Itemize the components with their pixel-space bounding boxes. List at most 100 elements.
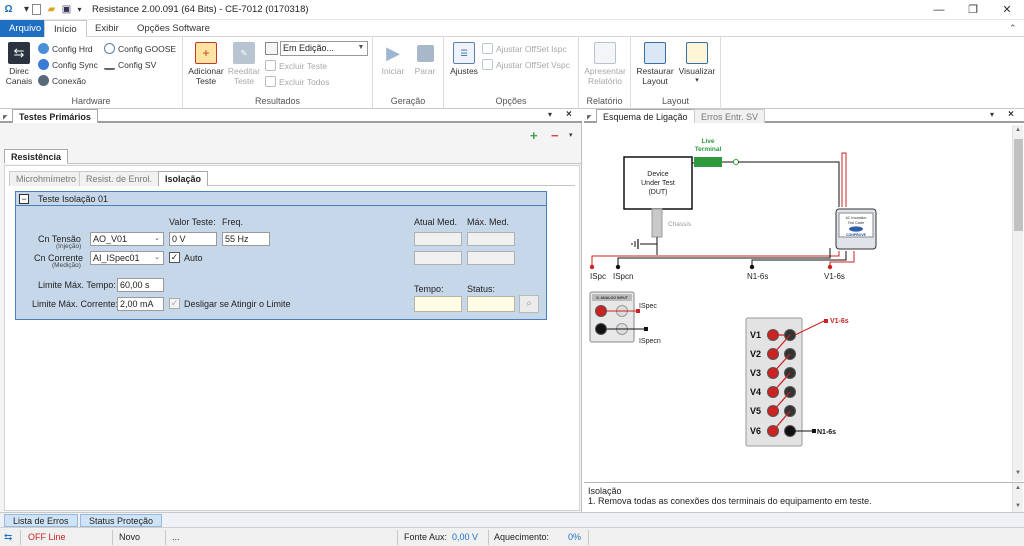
bottom-tabs-bar: Lista de Erros Status Proteção bbox=[0, 512, 1024, 527]
status-separator bbox=[488, 530, 489, 545]
connection-icon bbox=[38, 75, 49, 86]
pin-small-icon: ◤ bbox=[3, 115, 8, 121]
freq-input[interactable]: 55 Hz bbox=[222, 232, 270, 246]
excluir-todos-label: Excluir Todos bbox=[279, 77, 330, 87]
config-sync-button[interactable]: Config Sync bbox=[38, 59, 98, 71]
remove-test-icon[interactable]: − bbox=[551, 128, 559, 143]
ajustar-offset-vspc-button[interactable]: Ajustar OffSet Vspc bbox=[482, 59, 570, 71]
scroll-down-icon[interactable]: ▼ bbox=[1015, 503, 1021, 509]
limite-corrente-input[interactable]: 2,00 mA bbox=[117, 297, 164, 311]
collapse-ribbon-icon[interactable]: ⌃ bbox=[1009, 23, 1017, 34]
status-select[interactable]: Em Edição... ▼ bbox=[280, 41, 368, 56]
config-goose-label: Config GOOSE bbox=[118, 44, 177, 54]
cable-label-1: AC Insulation bbox=[846, 216, 867, 220]
add-test-icon: + bbox=[195, 42, 217, 64]
auto-checkbox[interactable]: ✓ bbox=[169, 252, 180, 263]
offset-ispc-icon bbox=[482, 43, 493, 54]
options-chevron-icon[interactable]: ▾ bbox=[569, 131, 573, 139]
ajustes-button[interactable]: ☰ Ajustes bbox=[448, 42, 480, 76]
collapse-button[interactable]: − bbox=[19, 194, 29, 204]
visualizar-button[interactable]: Visualizar ▾ bbox=[677, 42, 717, 86]
excluir-todos-button[interactable]: Excluir Todos bbox=[265, 76, 329, 88]
new-file-icon[interactable] bbox=[32, 4, 41, 15]
tab-microhmimetro[interactable]: Microhmímetro bbox=[9, 171, 84, 186]
tab-resistencia[interactable]: Resistência bbox=[4, 149, 69, 164]
group-geracao-label: Geração bbox=[390, 96, 426, 106]
cn-tensao-select[interactable]: AO_V01 ⌄ bbox=[90, 232, 164, 246]
dut-label-1: Device bbox=[647, 171, 669, 178]
test-group-header: − Teste Isolação 01 bbox=[16, 192, 546, 206]
live-terminal-node bbox=[733, 159, 739, 165]
config-sv-button[interactable]: Config SV bbox=[104, 59, 156, 71]
sv-icon bbox=[104, 59, 115, 70]
scroll-down-icon[interactable]: ▼ bbox=[1015, 470, 1021, 476]
panel-close-icon[interactable]: × bbox=[566, 109, 572, 120]
tab-arquivo[interactable]: Arquivo bbox=[0, 20, 51, 37]
minimize-button[interactable]: — bbox=[922, 0, 956, 20]
ajustes-label: Ajustes bbox=[450, 66, 478, 76]
tab-lista-erros[interactable]: Lista de Erros bbox=[4, 514, 78, 527]
reeditar-teste-button[interactable]: ✎ Reeditar Teste bbox=[225, 42, 263, 86]
iniciar-button[interactable]: ▶ Iniciar bbox=[378, 42, 408, 76]
group-hardware-label: Hardware bbox=[71, 96, 111, 106]
wiring-diagram: Device Under Test (DUT) Live Terminal Ch… bbox=[589, 138, 877, 447]
scroll-up-icon[interactable]: ▲ bbox=[1015, 485, 1021, 491]
scroll-up-icon[interactable]: ▲ bbox=[1015, 127, 1021, 133]
cn-tensao-sublabel: (Injeção) bbox=[56, 243, 82, 250]
tab-testes-primarios[interactable]: Testes Primários bbox=[12, 109, 98, 123]
parar-button[interactable]: Parar bbox=[410, 42, 440, 76]
sync-icon bbox=[38, 59, 49, 70]
config-hrd-button[interactable]: Config Hrd bbox=[38, 43, 93, 55]
desligar-checkbox[interactable]: ✓ bbox=[169, 298, 180, 309]
panel-menu-icon[interactable]: ▾ bbox=[548, 110, 552, 119]
restaurar-layout-label: Restaurar Layout bbox=[636, 66, 674, 86]
save-icon[interactable]: ▣ bbox=[60, 3, 73, 16]
tab-exibir[interactable]: Exibir bbox=[86, 20, 128, 37]
excluir-teste-button[interactable]: Excluir Teste bbox=[265, 60, 327, 72]
panel-close-icon[interactable]: × bbox=[1008, 109, 1014, 120]
valor-teste-header: Valor Teste: bbox=[169, 217, 216, 227]
ajustar-offset-ispc-button[interactable]: Ajustar OffSet Ispc bbox=[482, 43, 567, 55]
visualizar-chevron-icon: ▾ bbox=[695, 77, 699, 84]
scrollbar-thumb[interactable] bbox=[1014, 139, 1023, 231]
add-test-icon[interactable]: + bbox=[530, 128, 538, 143]
panel-menu-icon[interactable]: ▾ bbox=[990, 110, 994, 119]
tab-status-protecao[interactable]: Status Proteção bbox=[80, 514, 163, 527]
atual-med-corrente-field bbox=[414, 251, 462, 265]
live-label-2: Terminal bbox=[695, 146, 722, 153]
ribbon-tabs: Arquivo Início Exibir Opções Software ⌃ bbox=[0, 20, 1024, 38]
stop-icon bbox=[416, 45, 434, 62]
desligar-label: Desligar se Atingir o Limite bbox=[184, 299, 291, 309]
close-button[interactable]: ✕ bbox=[990, 0, 1024, 20]
config-sv-label: Config SV bbox=[118, 60, 157, 70]
group-resultados-label: Resultados bbox=[254, 96, 301, 106]
limite-tempo-input[interactable]: 60,00 s bbox=[117, 278, 164, 292]
v3-label: V3 bbox=[750, 368, 761, 378]
cn-corrente-value: AI_ISpec01 bbox=[93, 253, 140, 263]
adicionar-teste-button[interactable]: + Adicionar Teste bbox=[187, 42, 225, 86]
conexao-button[interactable]: Conexão bbox=[38, 75, 86, 87]
tab-esquema-ligacao[interactable]: Esquema de Ligação bbox=[596, 109, 695, 123]
status-separator bbox=[165, 530, 166, 545]
tab-isolacao[interactable]: Isolação bbox=[158, 171, 209, 186]
apresentar-relatorio-button[interactable]: Apresentar Relatório bbox=[581, 42, 629, 86]
tab-opcoes-software[interactable]: Opções Software bbox=[128, 20, 219, 37]
instructions-scrollbar[interactable]: ▲ ▼ bbox=[1012, 483, 1023, 513]
instructions-title: Isolação bbox=[588, 486, 622, 496]
tab-inicio[interactable]: Início bbox=[44, 20, 87, 38]
tab-resist-enrol[interactable]: Resist. de Enrol. bbox=[79, 171, 160, 186]
open-folder-icon[interactable]: ▰ bbox=[45, 3, 58, 16]
search-icon[interactable]: ⌕ bbox=[519, 295, 539, 313]
restaurar-layout-button[interactable]: Restaurar Layout bbox=[635, 42, 675, 86]
ispec-label: ISpec bbox=[639, 303, 657, 310]
customize-toolbar-icon[interactable]: ▾ bbox=[73, 3, 86, 16]
config-goose-button[interactable]: Config GOOSE bbox=[104, 43, 176, 55]
cn-corrente-select[interactable]: AI_ISpec01 ⌄ bbox=[90, 251, 164, 265]
valor-teste-input[interactable]: 0 V bbox=[169, 232, 217, 246]
live-terminal bbox=[694, 157, 722, 167]
diagram-scrollbar[interactable]: ▲ ▼ bbox=[1012, 125, 1023, 481]
maximize-button[interactable]: ❐ bbox=[956, 0, 990, 20]
direc-canais-button[interactable]: ⇆ Direc Canais bbox=[4, 42, 34, 86]
tab-erros-entr-sv[interactable]: Erros Entr. SV bbox=[694, 109, 766, 123]
ispc-label: ISpc bbox=[590, 272, 606, 281]
